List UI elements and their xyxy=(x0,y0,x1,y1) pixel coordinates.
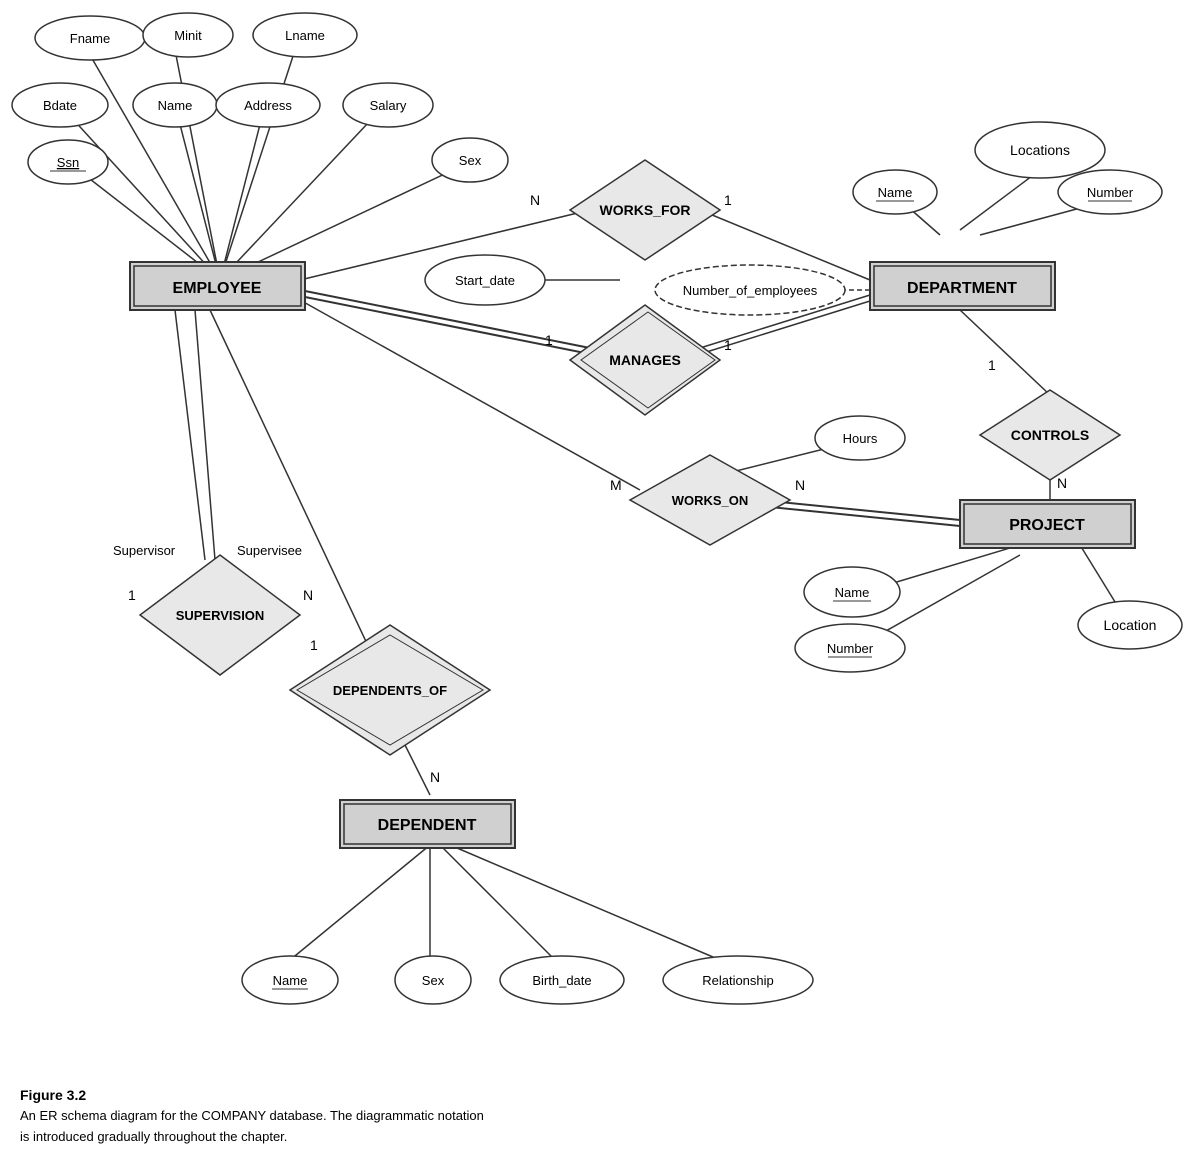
salary-attr: Salary xyxy=(370,98,407,113)
supervisee-label: Supervisee xyxy=(237,543,302,558)
manages-label: MANAGES xyxy=(609,352,681,368)
works-on-label: WORKS_ON xyxy=(672,493,749,508)
fname-attr: Fname xyxy=(70,31,110,46)
supervision-label: SUPERVISION xyxy=(176,608,265,623)
lname-attr: Lname xyxy=(285,28,325,43)
works-on-n: N xyxy=(795,477,805,493)
dep-name-attr: Name xyxy=(273,973,308,988)
department-label: DEPARTMENT xyxy=(907,280,1017,297)
address-attr: Address xyxy=(244,98,292,113)
ssn-attr: Ssn xyxy=(57,155,79,170)
project-label: PROJECT xyxy=(1009,517,1085,534)
bdate-attr: Bdate xyxy=(43,98,77,113)
controls-1: 1 xyxy=(988,357,996,373)
employee-label: EMPLOYEE xyxy=(173,280,262,297)
works-for-1: 1 xyxy=(724,192,732,208)
dep-of-1: 1 xyxy=(310,637,318,653)
dependent-label: DEPENDENT xyxy=(378,817,477,834)
emp-name-attr: Name xyxy=(158,98,193,113)
sup-n: N xyxy=(303,587,313,603)
caption-line1: An ER schema diagram for the COMPANY dat… xyxy=(20,1106,484,1127)
dept-name-attr: Name xyxy=(878,185,913,200)
manages-1a: 1 xyxy=(545,332,553,348)
caption-line2: is introduced gradually throughout the c… xyxy=(20,1127,484,1148)
proj-name-attr: Name xyxy=(835,585,870,600)
supervisor-label: Supervisor xyxy=(113,543,176,558)
er-diagram-container: EMPLOYEE DEPARTMENT PROJECT DEPENDENT WO… xyxy=(0,0,1201,1080)
dependents-of-label: DEPENDENTS_OF xyxy=(333,683,447,698)
manages-1b: 1 xyxy=(724,337,732,353)
figure-title: Figure 3.2 xyxy=(20,1084,484,1106)
controls-n: N xyxy=(1057,475,1067,491)
birth-date-attr: Birth_date xyxy=(532,973,591,988)
er-diagram-svg: EMPLOYEE DEPARTMENT PROJECT DEPENDENT WO… xyxy=(0,0,1201,1080)
controls-label: CONTROLS xyxy=(1011,427,1090,443)
works-on-m: M xyxy=(610,477,622,493)
dept-number-attr: Number xyxy=(1087,185,1134,200)
start-date-attr: Start_date xyxy=(455,273,515,288)
dep-of-n: N xyxy=(430,769,440,785)
dep-sex-attr: Sex xyxy=(422,973,445,988)
location-attr: Location xyxy=(1104,617,1157,633)
emp-sex-attr: Sex xyxy=(459,153,482,168)
hours-attr: Hours xyxy=(843,431,878,446)
figure-caption: Figure 3.2 An ER schema diagram for the … xyxy=(20,1084,484,1148)
works-for-label: WORKS_FOR xyxy=(600,202,691,218)
proj-number-attr: Number xyxy=(827,641,874,656)
relationship-attr: Relationship xyxy=(702,973,774,988)
num-employees-attr: Number_of_employees xyxy=(683,283,818,298)
sup-1: 1 xyxy=(128,587,136,603)
minit-attr: Minit xyxy=(174,28,202,43)
works-for-n: N xyxy=(530,192,540,208)
locations-attr: Locations xyxy=(1010,142,1070,158)
